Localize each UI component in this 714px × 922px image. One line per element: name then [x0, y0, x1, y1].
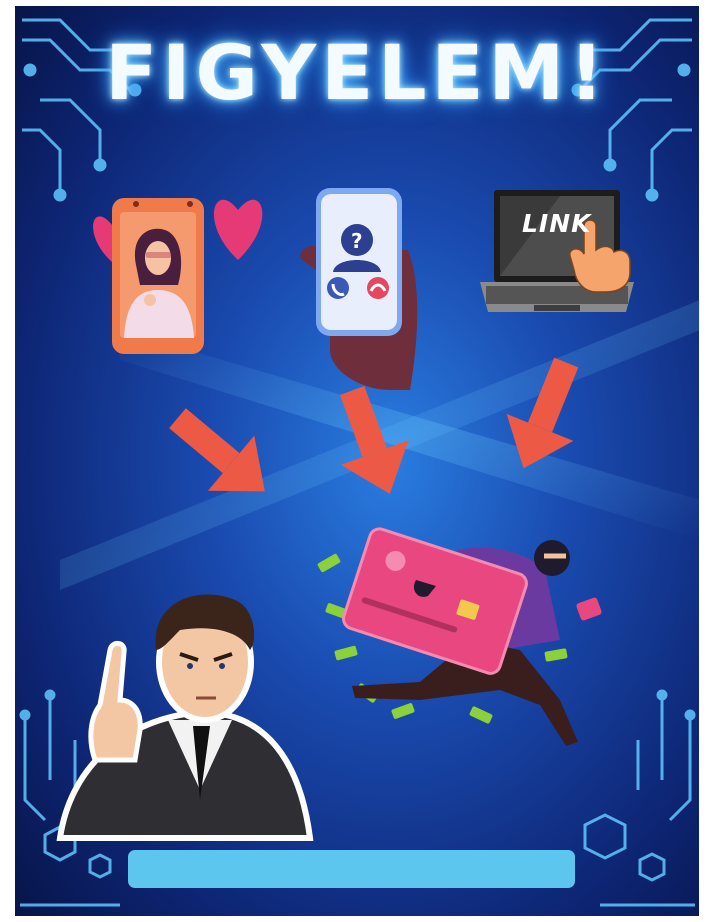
page-title: FIGYELEM! — [105, 28, 609, 117]
call-decline-icon — [367, 277, 389, 299]
scam-warning-poster: ? LINK — [0, 0, 714, 922]
laptop-screen-text: LINK — [522, 209, 592, 238]
caption-bar — [128, 850, 575, 888]
svg-text:?: ? — [351, 229, 363, 253]
call-accept-icon — [327, 277, 349, 299]
